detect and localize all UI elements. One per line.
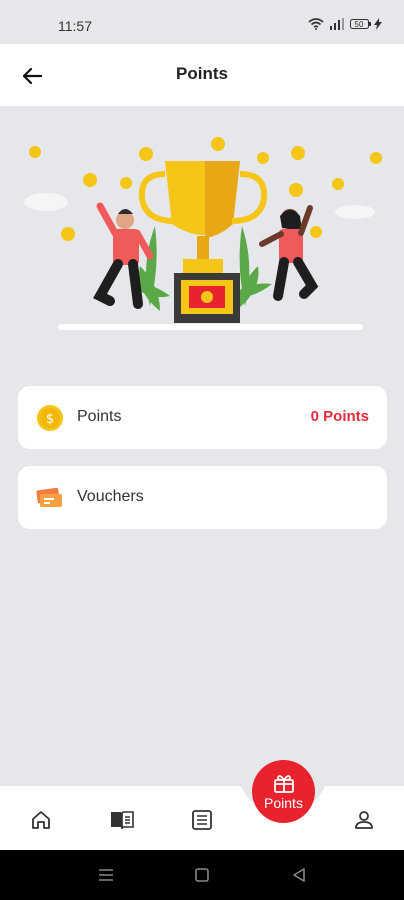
book-icon xyxy=(111,811,134,830)
status-icons: 50 xyxy=(308,18,382,30)
nav-orders[interactable] xyxy=(182,800,222,840)
menu-icon xyxy=(99,869,113,881)
status-bar: 11:57 50 xyxy=(0,0,404,44)
profile-icon xyxy=(355,811,373,829)
nav-points-label: Points xyxy=(264,794,303,811)
recent-apps-button[interactable] xyxy=(97,866,115,884)
back-system-button[interactable] xyxy=(290,866,308,884)
trophy-illustration xyxy=(0,106,404,356)
nav-profile[interactable] xyxy=(344,800,384,840)
triangle-back-icon xyxy=(293,868,305,882)
charging-icon xyxy=(374,18,382,30)
signal-icon xyxy=(330,18,344,30)
points-value: 0 Points xyxy=(310,408,369,425)
coin-icon: $ xyxy=(36,404,64,432)
voucher-icon xyxy=(36,484,64,512)
status-time: 11:57 xyxy=(58,18,92,34)
gift-icon xyxy=(273,774,294,793)
vouchers-card[interactable]: Vouchers xyxy=(18,466,387,529)
system-nav-bar xyxy=(0,850,404,900)
bottom-nav xyxy=(0,786,404,850)
nav-menu[interactable] xyxy=(102,800,142,840)
wifi-icon xyxy=(308,18,324,30)
square-icon xyxy=(195,868,209,882)
nav-home[interactable] xyxy=(21,800,61,840)
app-header: Points xyxy=(0,44,404,106)
points-card[interactable]: $ Points 0 Points xyxy=(18,386,387,449)
page-title: Points xyxy=(176,64,228,83)
trophy-celebration-image xyxy=(24,137,382,330)
svg-text:$: $ xyxy=(46,412,54,427)
list-icon xyxy=(192,810,212,830)
nav-points-button[interactable]: Points xyxy=(252,760,315,823)
vouchers-label: Vouchers xyxy=(77,488,144,505)
points-label: Points xyxy=(77,408,122,425)
home-icon xyxy=(32,811,50,829)
home-system-button[interactable] xyxy=(193,866,211,884)
battery-level: 50 xyxy=(354,19,364,29)
